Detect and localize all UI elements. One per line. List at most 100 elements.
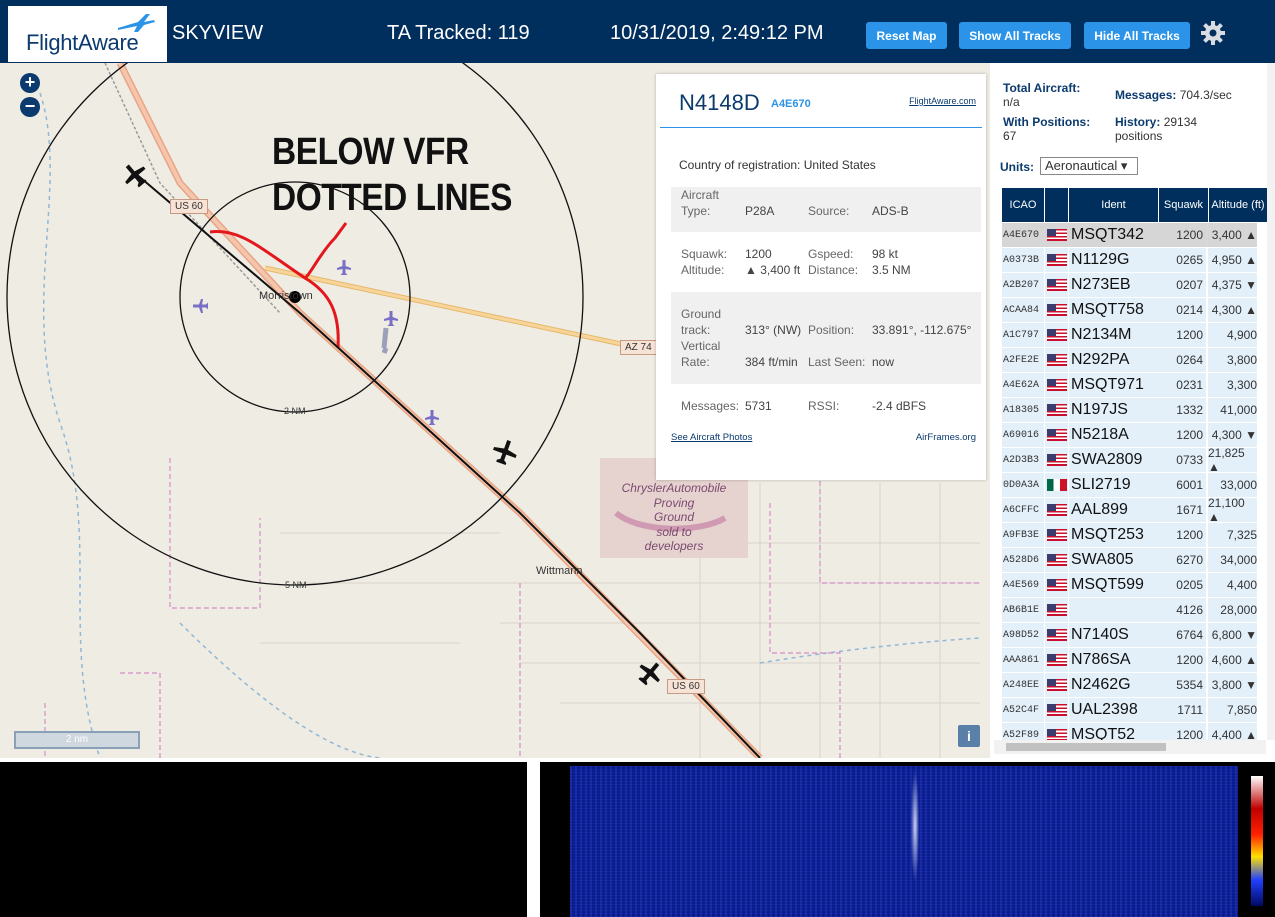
table-row[interactable]: A6CFFC AAL899 1671 21,100 ▲ — [1002, 496, 1257, 524]
scrollbar-thumb[interactable] — [1006, 743, 1166, 751]
row-icao: A4E62A — [1002, 373, 1044, 397]
row-altitude: 3,800 — [1208, 348, 1257, 372]
map-info-button[interactable]: i — [958, 725, 980, 747]
row-icao: A1C797 — [1002, 323, 1044, 347]
altitude-value: ▲ 3,400 ft — [745, 263, 801, 277]
total-aircraft-value: n/a — [1003, 95, 1020, 109]
us-flag-icon — [1046, 279, 1067, 291]
row-altitude: 41,000 — [1208, 398, 1257, 422]
popup-block-type: Aircraft Type: P28A Source: ADS-B — [671, 187, 981, 232]
rssi-label: RSSI: — [808, 399, 840, 413]
spectrum-waterfall-pane — [540, 762, 1275, 917]
row-squawk: 0207 — [1176, 278, 1203, 292]
row-flag — [1045, 623, 1068, 647]
col-header-altitude[interactable]: Altitude (ft) — [1209, 188, 1267, 222]
vertical-scrollbar[interactable] — [1267, 63, 1275, 740]
flightaware-link[interactable]: FlightAware.com — [909, 96, 976, 106]
aircraft-photos-link[interactable]: See Aircraft Photos — [671, 432, 752, 443]
show-all-tracks-button[interactable]: Show All Tracks — [959, 22, 1071, 49]
row-altitude: 4,600 ▲ — [1208, 648, 1257, 672]
popup-block-squawk: Squawk: 1200 Gspeed: 98 kt Altitude: ▲ 3… — [671, 242, 981, 282]
row-altitude: 3,400 ▲ — [1208, 223, 1257, 247]
app-title: SKYVIEW — [172, 22, 264, 44]
row-flag — [1045, 598, 1068, 622]
with-positions-stat: With Positions: 67 — [1003, 115, 1090, 143]
table-row[interactable]: AAA861 N786SA 1200 4,600 ▲ — [1002, 648, 1257, 672]
row-squawk: 6270 — [1176, 553, 1203, 567]
col-header-squawk[interactable]: Squawk — [1159, 188, 1208, 222]
popup-country: Country of registration: United States — [679, 158, 876, 172]
flightaware-logo[interactable]: FlightAware — [8, 6, 167, 62]
row-flag — [1045, 423, 1068, 447]
table-row[interactable]: A4E569 MSQT599 0205 4,400 — [1002, 573, 1257, 597]
table-row[interactable]: A4E62A MSQT971 0231 3,300 — [1002, 373, 1257, 397]
position-value: 33.891°, -112.675° — [872, 323, 972, 337]
table-row[interactable]: 0D0A3A SLI2719 6001 33,000 — [1002, 473, 1257, 497]
col-header-icao[interactable]: ICAO — [1002, 188, 1044, 222]
table-row[interactable]: ACAA84 MSQT758 0214 4,300 ▲ — [1002, 298, 1257, 322]
reset-map-button[interactable]: Reset Map — [866, 22, 947, 49]
source-value: ADS-B — [872, 204, 909, 218]
ground-track-label-1: Ground — [681, 307, 722, 321]
row-icao: A0373B — [1002, 248, 1044, 272]
row-squawk: 1332 — [1176, 403, 1203, 417]
row-flag — [1045, 473, 1068, 497]
us-flag-icon — [1046, 554, 1067, 566]
country-value: United States — [803, 158, 876, 172]
table-row[interactable]: A18305 N197JS 1332 41,000 — [1002, 398, 1257, 422]
town-label-wittmann: Wittmann — [536, 565, 583, 577]
table-row[interactable]: A4E670 MSQT342 1200 3,400 ▲ — [1002, 223, 1257, 247]
table-row[interactable]: A1C797 N2134M 1200 4,900 — [1002, 323, 1257, 347]
row-altitude: 3,800 ▼ — [1208, 673, 1257, 697]
history-stat: History: 29134 positions — [1115, 115, 1197, 143]
table-row[interactable]: A2D3B3 SWA2809 0733 21,825 ▲ — [1002, 446, 1257, 474]
gspeed-value: 98 kt — [872, 247, 899, 261]
col-header-ident[interactable]: Ident — [1069, 188, 1158, 222]
row-flag — [1045, 273, 1068, 297]
us-flag-icon — [1046, 254, 1067, 266]
table-row[interactable]: A52C4F UAL2398 1711 7,850 — [1002, 698, 1257, 722]
horizontal-scrollbar[interactable] — [994, 740, 1266, 754]
col-header-flag[interactable] — [1045, 188, 1068, 222]
row-icao: A69016 — [1002, 423, 1044, 447]
table-row[interactable]: A2B207 N273EB 0207 4,375 ▼ — [1002, 273, 1257, 297]
header-bar: FlightAware SKYVIEW TA Tracked: 119 10/3… — [0, 0, 1275, 63]
row-flag — [1045, 323, 1068, 347]
table-row[interactable]: A528D6 SWA805 6270 34,000 — [1002, 548, 1257, 572]
row-flag — [1045, 673, 1068, 697]
row-icao: A9FB3E — [1002, 523, 1044, 547]
gear-icon[interactable] — [1200, 20, 1226, 46]
table-row[interactable]: A69016 N5218A 1200 4,300 ▼ — [1002, 423, 1257, 447]
zoom-in-button[interactable]: + — [20, 73, 40, 93]
with-positions-label: With Positions: — [1003, 115, 1091, 129]
table-row[interactable]: AB6B1E 4126 28,000 — [1002, 598, 1257, 622]
squawk-label: Squawk: — [681, 247, 728, 261]
table-row[interactable]: A248EE N2462G 5354 3,800 ▼ — [1002, 673, 1257, 697]
table-row[interactable]: A2FE2E N292PA 0264 3,800 — [1002, 348, 1257, 372]
row-squawk: 0214 — [1176, 303, 1203, 317]
messages-value: 5731 — [745, 399, 772, 413]
us60-shield: US 60 — [170, 199, 208, 214]
row-squawk: 1200 — [1176, 428, 1203, 442]
vrate-value: 384 ft/min — [745, 355, 798, 369]
row-squawk: 4126 — [1176, 603, 1203, 617]
row-squawk: 1200 — [1176, 528, 1203, 542]
row-altitude: 4,300 ▼ — [1208, 423, 1257, 447]
hide-all-tracks-button[interactable]: Hide All Tracks — [1084, 22, 1190, 49]
units-select[interactable]: Aeronautical ▾ — [1040, 157, 1138, 175]
row-squawk: 6764 — [1176, 628, 1203, 642]
with-positions-value: 67 — [1003, 129, 1017, 143]
row-altitude: 28,000 — [1208, 598, 1257, 622]
table-row[interactable]: A0373B N1129G 0265 4,950 ▲ — [1002, 248, 1257, 272]
popup-divider — [660, 127, 982, 128]
zoom-out-button[interactable]: − — [20, 97, 40, 117]
airframes-link[interactable]: AirFrames.org — [916, 432, 976, 443]
aircraft-type-label-1: Aircraft — [681, 188, 720, 202]
table-row[interactable]: A9FB3E MSQT253 1200 7,325 — [1002, 523, 1257, 547]
distance-label: Distance: — [808, 263, 859, 277]
popup-icao: A4E670 — [771, 98, 811, 110]
table-row[interactable]: A98D52 N7140S 6764 6,800 ▼ — [1002, 623, 1257, 647]
us-flag-icon — [1046, 354, 1067, 366]
row-squawk: 1200 — [1176, 228, 1203, 242]
squawk-value: 1200 — [745, 247, 772, 261]
